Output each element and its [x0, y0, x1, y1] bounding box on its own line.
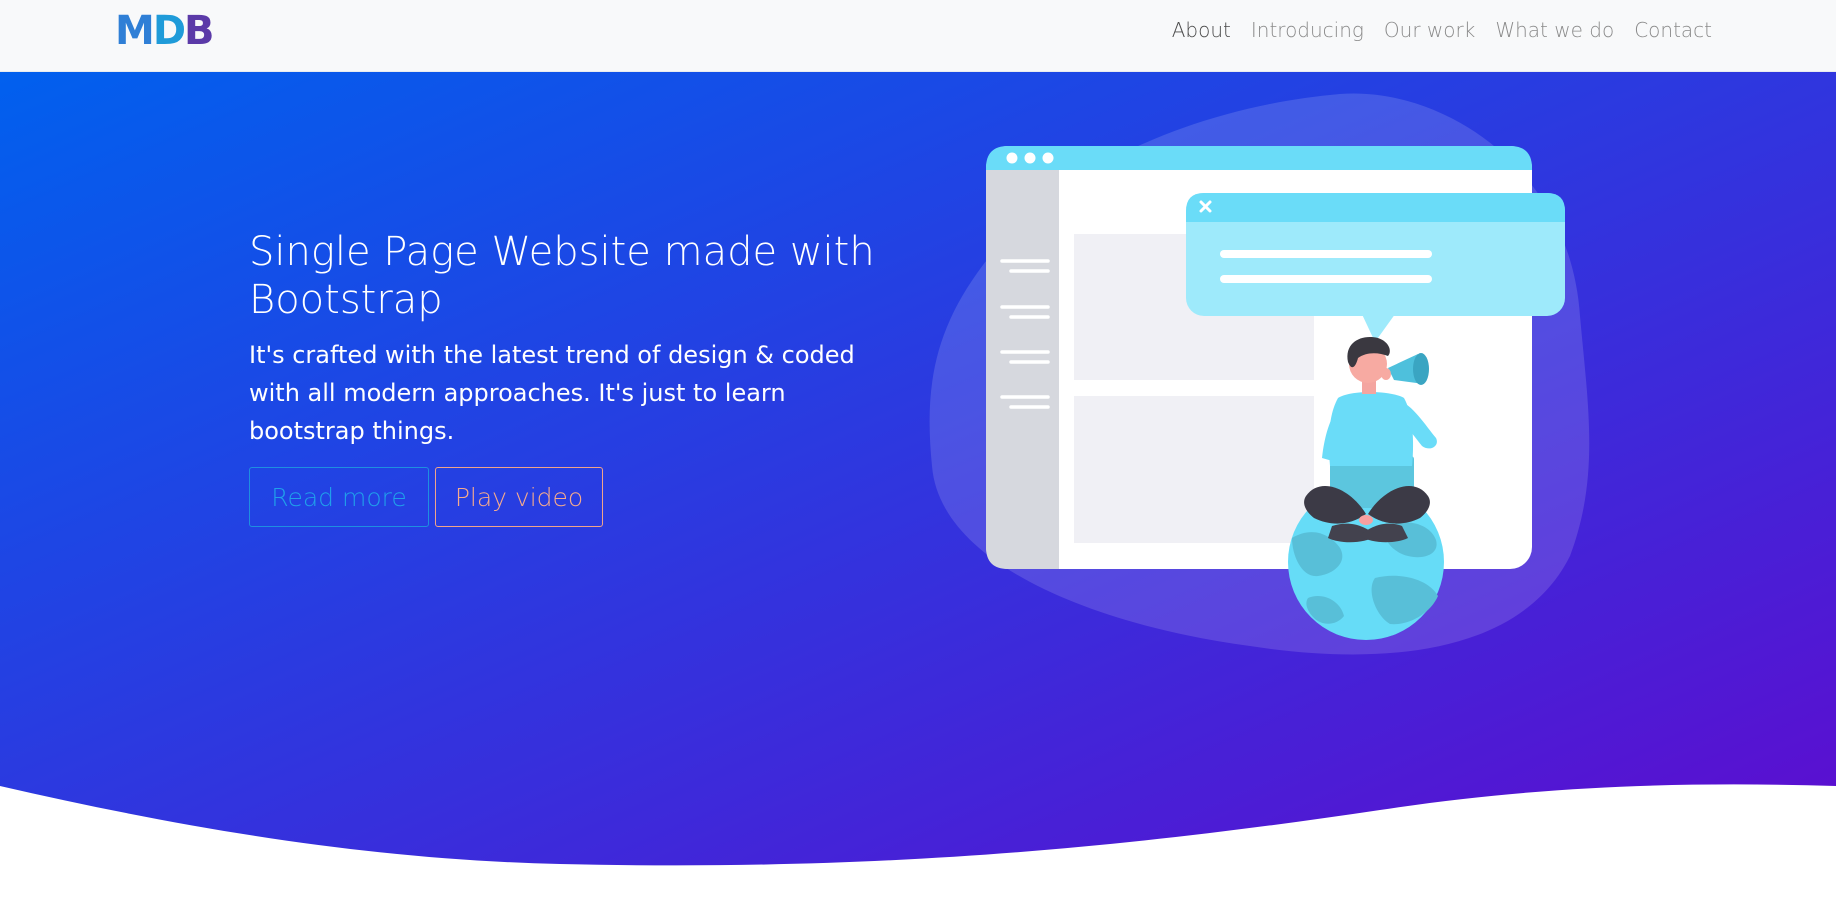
- play-video-button[interactable]: Play video: [435, 467, 603, 527]
- window-dot: [1006, 152, 1018, 164]
- nav-item-our-work[interactable]: Our work: [1384, 18, 1475, 42]
- nav-item-contact[interactable]: Contact: [1634, 18, 1712, 42]
- browser-top-bar: [986, 146, 1532, 170]
- nav-item-about[interactable]: About: [1172, 18, 1231, 42]
- nav-item-what-we-do[interactable]: What we do: [1495, 18, 1614, 42]
- nav-links: About Introducing Our work What we do Co…: [1152, 0, 1712, 60]
- nav-item-introducing[interactable]: Introducing: [1251, 18, 1364, 42]
- hero-illustration: [929, 93, 1590, 655]
- page: MDB About Introducing Our work What we d…: [0, 0, 1836, 918]
- hero-section: Single Page Website made with Bootstrap …: [0, 72, 1836, 918]
- logo-letter-b: B: [184, 8, 214, 54]
- logo-letter-d: D: [152, 8, 186, 54]
- window-dot: [1042, 152, 1054, 164]
- read-more-button[interactable]: Read more: [249, 467, 429, 527]
- brand-logo[interactable]: MDB: [115, 10, 215, 52]
- browser-sidebar: [986, 170, 1059, 569]
- content-block: [1074, 396, 1314, 543]
- navbar: MDB About Introducing Our work What we d…: [0, 0, 1836, 72]
- hero-subtitle: It's crafted with the latest trend of de…: [249, 341, 855, 445]
- window-dot: [1024, 152, 1036, 164]
- logo-letter-m: M: [115, 8, 155, 54]
- hero-title: Single Page Website made with Bootstrap: [249, 229, 875, 323]
